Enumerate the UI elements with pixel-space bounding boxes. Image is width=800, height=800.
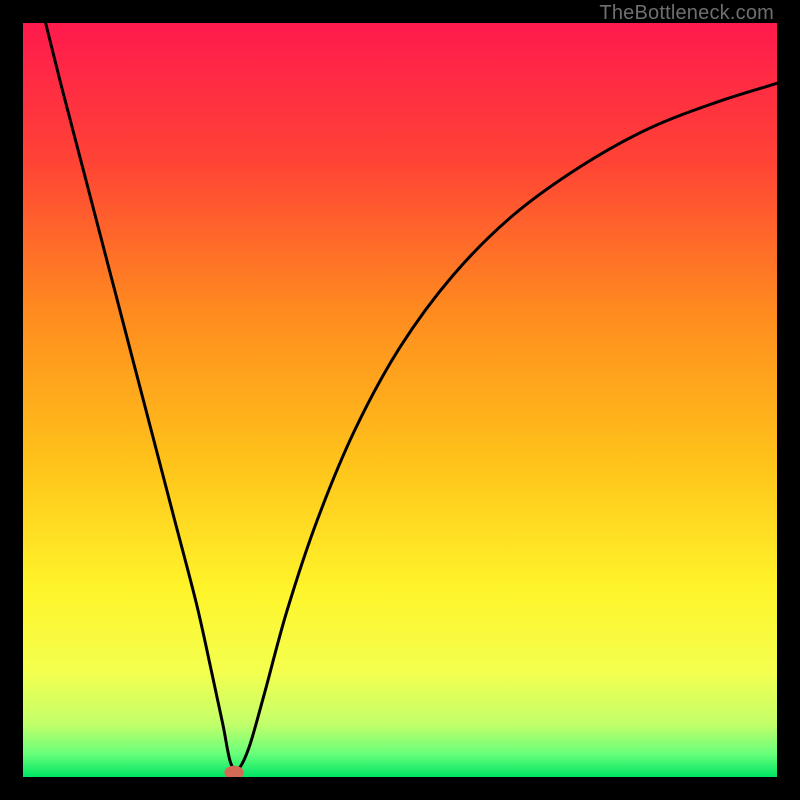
chart-background [23,23,777,777]
watermark-text: TheBottleneck.com [599,2,774,25]
chart-frame [23,23,777,777]
chart-svg [23,23,777,777]
